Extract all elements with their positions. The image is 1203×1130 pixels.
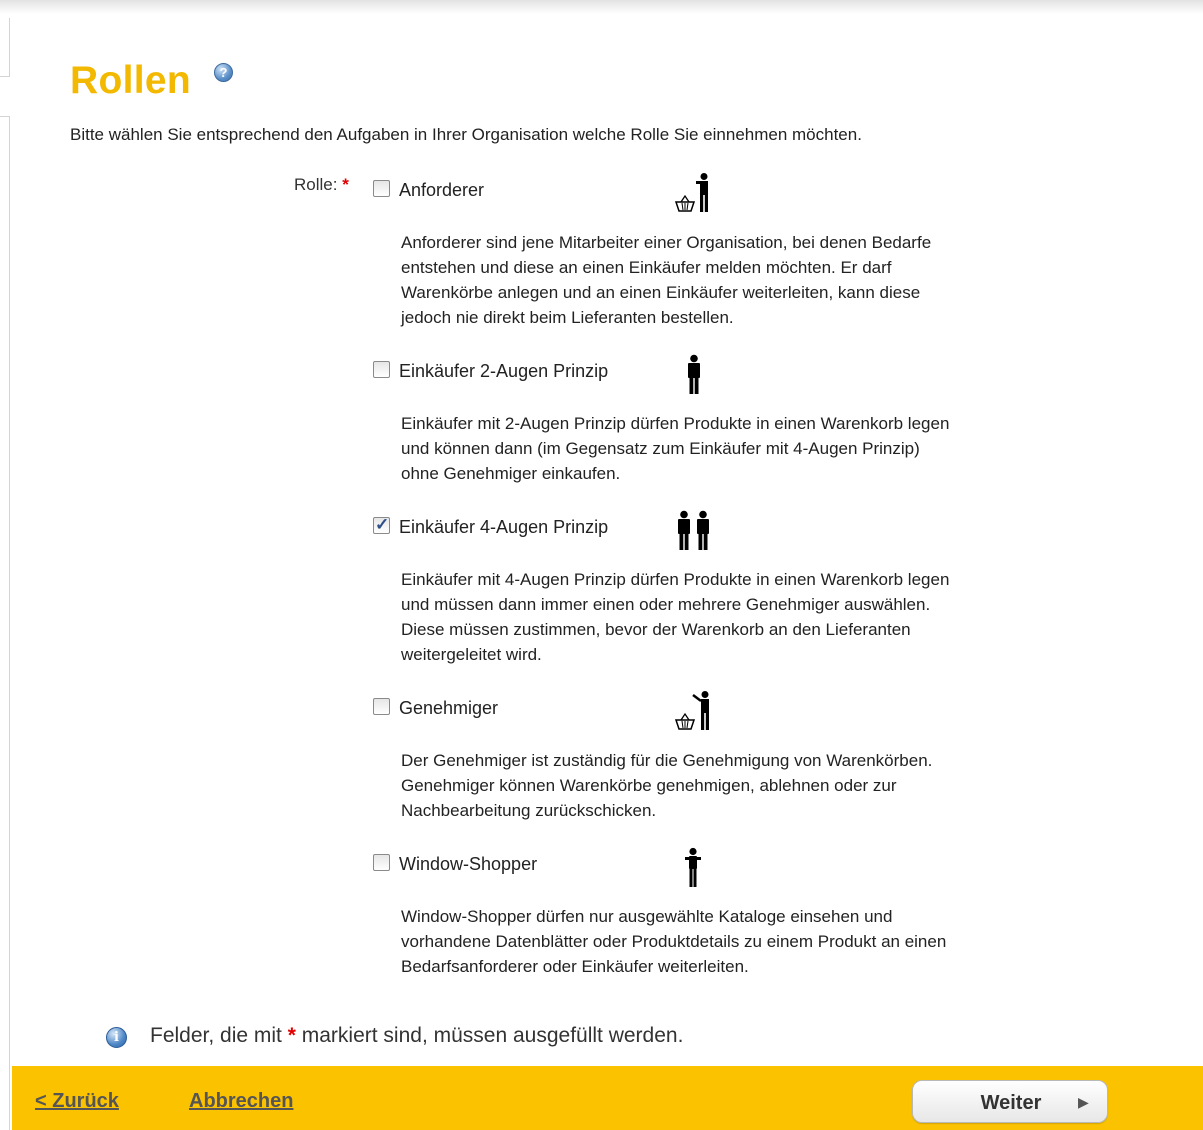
description-line: Einkäufer mit 4-Augen Prinzip dürfen Pro…: [401, 570, 950, 589]
cancel-link[interactable]: Abbrechen: [189, 1090, 293, 1113]
description-line: Diese müssen zustimmen, bevor der Warenk…: [401, 620, 911, 639]
left-border: [9, 116, 10, 1130]
two-persons-icon: [678, 510, 709, 550]
person-icon: [688, 354, 700, 394]
option-description-einkaeufer-4-augen: Einkäufer mit 4-Augen Prinzip dürfen Pro…: [401, 567, 1081, 667]
role-field-label: Rolle: *: [294, 175, 349, 195]
person-with-basket-icon: [674, 173, 708, 212]
description-line: Bedarfsanforderer oder Einkäufer weiterl…: [401, 957, 749, 976]
checkbox-einkaeufer-4-augen[interactable]: [373, 515, 390, 535]
description-line: ohne Genehmiger einkaufen.: [401, 464, 621, 483]
option-label-einkaeufer-2-augen[interactable]: Einkäufer 2-Augen Prinzip: [399, 361, 608, 382]
description-line: weitergeleitet wird.: [401, 645, 542, 664]
small-person-icon: [685, 847, 701, 887]
description-line: Genehmiger können Warenkörbe genehmigen,…: [401, 776, 897, 795]
description-line: vorhandene Datenblätter oder Produktdeta…: [401, 932, 947, 951]
description-line: Der Genehmiger ist zuständig für die Gen…: [401, 751, 933, 770]
option-description-anforderer: Anforderer sind jene Mitarbeiter einer O…: [401, 230, 1081, 330]
option-description-einkaeufer-2-augen: Einkäufer mit 2-Augen Prinzip dürfen Pro…: [401, 411, 1081, 486]
description-line: jedoch nie direkt beim Lieferanten beste…: [401, 308, 734, 327]
option-label-genehmiger[interactable]: Genehmiger: [399, 698, 498, 719]
back-link[interactable]: < Zurück: [35, 1090, 119, 1113]
description-line: Anforderer sind jene Mitarbeiter einer O…: [401, 233, 932, 252]
required-marker: *: [287, 1024, 296, 1047]
option-label-window-shopper[interactable]: Window-Shopper: [399, 854, 537, 875]
left-border: [9, 18, 10, 76]
next-button[interactable]: Weiter ▶: [912, 1080, 1108, 1123]
description-line: und können dann (im Gegensatz zum Einkäu…: [401, 439, 920, 458]
description-line: Nachbearbeitung zurückschicken.: [401, 801, 657, 820]
option-description-window-shopper: Window-Shopper dürfen nur ausgewählte Ka…: [401, 904, 1081, 979]
arrow-right-icon: ▶: [1078, 1094, 1089, 1110]
note-text: markiert sind, müssen ausgefüllt werden.: [295, 1024, 684, 1047]
checkbox-genehmiger[interactable]: [373, 698, 390, 715]
description-line: Warenkörbe anlegen und an einen Einkäufe…: [401, 283, 921, 302]
option-description-genehmiger: Der Genehmiger ist zuständig für die Gen…: [401, 748, 1081, 823]
page-title: Rollen: [70, 59, 191, 102]
description-line: Window-Shopper dürfen nur ausgewählte Ka…: [401, 907, 893, 926]
checkbox-window-shopper[interactable]: [373, 854, 390, 871]
option-label-einkaeufer-4-augen[interactable]: Einkäufer 4-Augen Prinzip: [399, 517, 608, 538]
required-fields-note: Felder, die mit * markiert sind, müssen …: [150, 1024, 683, 1048]
checkbox-einkaeufer-2-augen[interactable]: [373, 361, 390, 378]
description-line: entstehen und diese an einen Einkäufer m…: [401, 258, 892, 277]
required-marker: *: [342, 175, 349, 194]
option-label-anforderer[interactable]: Anforderer: [399, 180, 484, 201]
description-line: Einkäufer mit 2-Augen Prinzip dürfen Pro…: [401, 414, 950, 433]
description-line: und müssen dann immer einen oder mehrere…: [401, 595, 931, 614]
person-approving-basket-icon: [674, 691, 709, 730]
role-label-text: Rolle:: [294, 175, 338, 194]
info-icon: i: [106, 1027, 127, 1048]
checkbox-anforderer[interactable]: [373, 180, 390, 197]
help-icon[interactable]: ?: [214, 63, 233, 82]
note-text: Felder, die mit: [150, 1024, 288, 1047]
left-border-hook: [0, 76, 10, 77]
intro-text: Bitte wählen Sie entsprechend den Aufgab…: [70, 125, 862, 144]
top-border: [0, 0, 1203, 14]
